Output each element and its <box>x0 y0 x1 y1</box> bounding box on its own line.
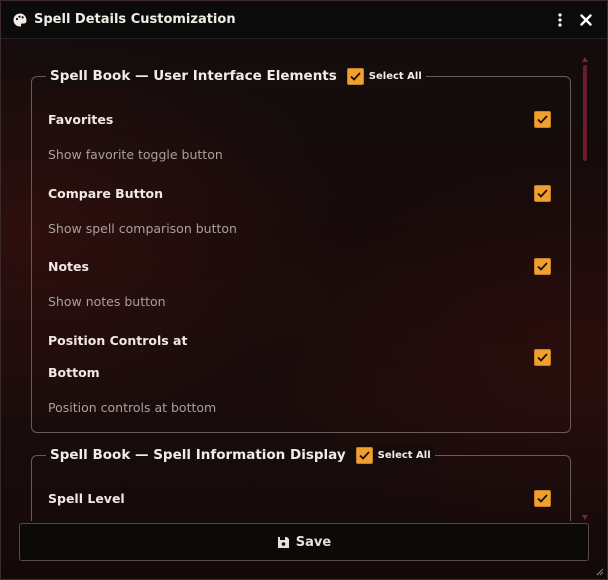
setting-label: Compare Button <box>48 186 164 201</box>
setting-label-line2: Bottom <box>48 365 100 380</box>
section-legend: Spell Book — User Interface Elements Sel… <box>46 66 426 86</box>
section-title: Spell Book — User Interface Elements <box>50 68 337 84</box>
setting-row-spell-level: Spell Level <box>48 483 554 521</box>
section-title: Spell Book — Spell Information Display <box>50 447 346 463</box>
select-all-label[interactable]: Select All <box>378 450 431 461</box>
scroll-down-arrow-icon[interactable] <box>582 515 588 520</box>
palette-icon <box>13 13 27 26</box>
select-all-checkbox[interactable] <box>346 67 364 85</box>
kebab-menu-icon[interactable] <box>551 11 569 29</box>
setting-row-position-controls: Position Controls at Bottom Position con… <box>48 325 554 425</box>
title-bar[interactable]: Spell Details Customization <box>1 1 607 39</box>
checkmark-icon <box>537 115 548 124</box>
setting-row-notes: Notes Show notes button <box>48 251 554 321</box>
close-icon[interactable] <box>577 11 595 29</box>
position-controls-checkbox[interactable] <box>534 349 551 366</box>
section-legend: Spell Book — Spell Information Display S… <box>46 445 435 465</box>
setting-description: Show spell comparison button <box>48 221 237 236</box>
setting-description: Show notes button <box>48 294 166 309</box>
setting-description: Show favorite toggle button <box>48 147 223 162</box>
spell-level-checkbox[interactable] <box>534 490 551 507</box>
floppy-disk-icon <box>277 536 289 548</box>
compare-button-checkbox[interactable] <box>534 185 551 202</box>
scrollbar-thumb[interactable] <box>583 65 587 161</box>
checkmark-icon <box>537 353 548 362</box>
setting-label-line1: Position Controls at <box>48 333 188 348</box>
section-spell-info-display: Spell Book — Spell Information Display S… <box>31 445 571 521</box>
select-all-checkbox[interactable] <box>355 446 373 464</box>
setting-row-favorites: Favorites Show favorite toggle button <box>48 104 554 174</box>
save-button[interactable]: Save <box>19 523 589 561</box>
notes-checkbox[interactable] <box>534 258 551 275</box>
settings-scroll-area[interactable]: Spell Book — User Interface Elements Sel… <box>13 51 593 521</box>
setting-label: Notes <box>48 259 89 274</box>
resize-handle-icon[interactable] <box>594 566 604 576</box>
dialog-window: Spell Details Customization Spell Book —… <box>0 0 608 580</box>
checkmark-icon <box>350 71 361 81</box>
checkmark-icon <box>537 189 548 198</box>
scroll-up-arrow-icon[interactable] <box>582 57 588 62</box>
window-title: Spell Details Customization <box>34 12 236 27</box>
checkmark-icon <box>359 450 370 460</box>
setting-label: Spell Level <box>48 491 125 506</box>
favorites-checkbox[interactable] <box>534 111 551 128</box>
setting-label: Favorites <box>48 112 114 127</box>
checkmark-icon <box>537 494 548 503</box>
vertical-scrollbar[interactable] <box>582 57 588 521</box>
setting-row-compare-button: Compare Button Show spell comparison but… <box>48 178 554 248</box>
select-all-label[interactable]: Select All <box>369 71 422 82</box>
section-ui-elements: Spell Book — User Interface Elements Sel… <box>31 66 571 433</box>
save-label: Save <box>295 534 332 550</box>
setting-description: Position controls at bottom <box>48 400 217 415</box>
checkmark-icon <box>537 262 548 271</box>
